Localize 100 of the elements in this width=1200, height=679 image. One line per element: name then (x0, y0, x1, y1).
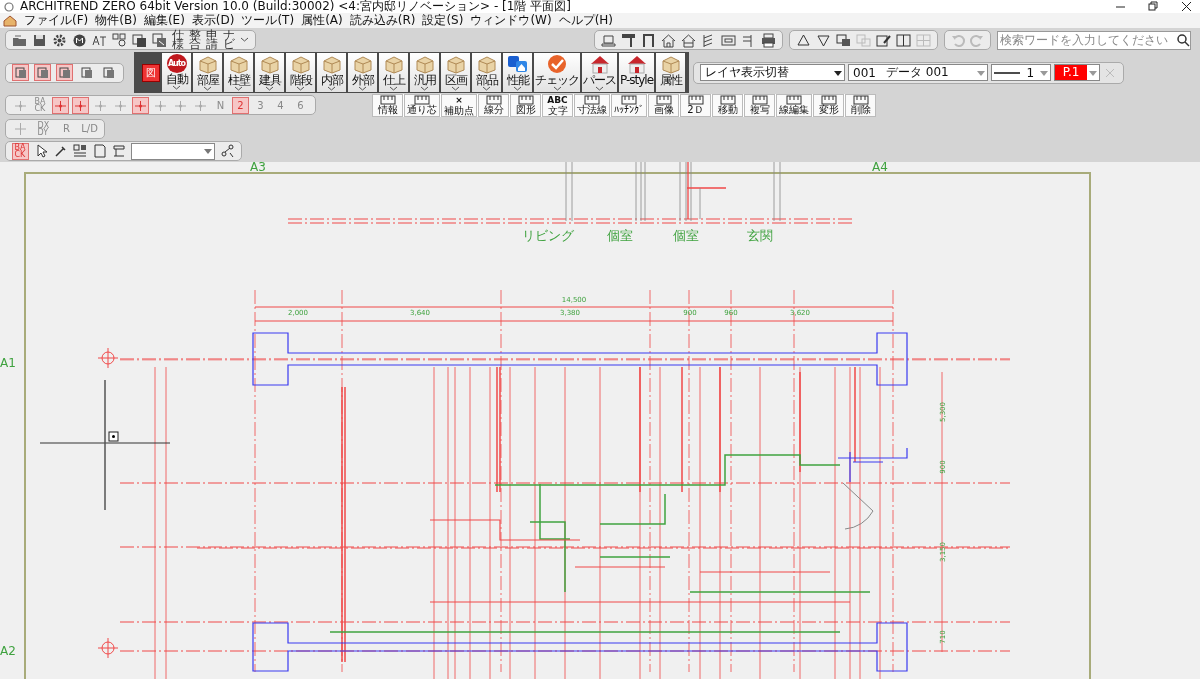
command-button[interactable]: 線分 (478, 93, 509, 117)
menu-item[interactable]: ファイル(F) (24, 12, 89, 29)
caret-icon[interactable] (172, 85, 181, 91)
snap-icon (14, 98, 27, 112)
toolbar-button[interactable]: 整合 (189, 31, 201, 49)
caret-icon[interactable] (203, 86, 212, 92)
search-icon[interactable] (1177, 33, 1190, 47)
command-button[interactable]: 線編集 (776, 93, 812, 117)
gate-icon[interactable] (641, 32, 656, 48)
toolbar-button[interactable]: 仕様 (172, 31, 184, 49)
command-button[interactable]: 図形 (510, 93, 541, 117)
select-group-icon[interactable] (73, 144, 87, 158)
snap-toggle[interactable] (72, 96, 89, 114)
edit-tool-toggle[interactable] (34, 64, 51, 81)
category-button[interactable]: 区画 (441, 53, 470, 92)
menu-item[interactable]: ヘルプ(H) (558, 12, 614, 29)
category-button[interactable]: 部屋 (193, 53, 222, 92)
command-button[interactable]: 移動 (712, 93, 743, 117)
caret-icon[interactable] (296, 86, 305, 92)
house-icon[interactable] (681, 32, 696, 48)
snap-toggle[interactable] (52, 96, 69, 114)
caret-icon[interactable] (240, 37, 249, 43)
grid-search-icon[interactable] (112, 32, 127, 48)
category-button[interactable]: 汎用 (410, 53, 439, 92)
panel-icon[interactable] (721, 32, 736, 48)
caret-icon[interactable] (389, 86, 398, 92)
layer-mode-dropdown[interactable]: レイヤ表示切替 (700, 64, 846, 81)
caret-icon[interactable] (513, 86, 522, 92)
category-button[interactable]: 柱壁 (224, 53, 253, 92)
menu-item[interactable]: 設定(S) (422, 12, 464, 29)
snap-toggle[interactable] (132, 96, 149, 114)
triangle-down-icon[interactable] (816, 32, 831, 48)
command-button[interactable]: ABC 文字 (542, 93, 573, 117)
pen-dropdown[interactable]: P.1 (1054, 64, 1101, 81)
category-button[interactable]: チェック (534, 53, 580, 92)
pointer-icon[interactable] (35, 144, 48, 158)
command-button[interactable]: 2Ｄ (680, 93, 711, 117)
command-button[interactable]: 削除 (845, 93, 876, 117)
split-view-icon[interactable] (896, 32, 911, 48)
command-button[interactable]: 寸法線 (574, 93, 610, 117)
command-button[interactable]: 情報 (372, 93, 403, 117)
menu-item[interactable]: 属性(A) (301, 12, 343, 29)
close-icon[interactable] (1181, 1, 1192, 12)
caret-icon[interactable] (595, 86, 604, 92)
caret-icon[interactable] (265, 86, 274, 92)
caret-icon[interactable] (420, 86, 429, 92)
category-button[interactable]: 内部 (317, 53, 346, 92)
menu-item[interactable]: 編集(E) (143, 12, 185, 29)
command-button[interactable]: 画像 (648, 93, 679, 117)
category-button[interactable]: P-style (619, 53, 655, 92)
category-button[interactable]: 建具 (255, 53, 284, 92)
line-width-dropdown[interactable]: 1 (991, 64, 1052, 81)
caret-icon[interactable] (358, 86, 367, 92)
toolbar-button[interactable]: ナビ (223, 31, 235, 49)
category-button[interactable]: 仕上 (379, 53, 408, 92)
printer-icon[interactable] (761, 32, 776, 48)
category-button[interactable]: Auto 自動 (162, 53, 191, 92)
command-button[interactable]: 通り芯 (404, 93, 440, 117)
selection-dropdown[interactable] (131, 142, 215, 160)
circle-letter-icon[interactable] (72, 32, 87, 48)
search-field[interactable]: 検索ワードを入力してください (997, 30, 1191, 50)
house-icon[interactable] (661, 32, 676, 48)
caret-icon[interactable] (482, 86, 491, 92)
layers-icon[interactable] (132, 32, 147, 48)
category-button[interactable]: 属性 (656, 53, 686, 92)
gear-icon[interactable] (52, 32, 67, 48)
node-pick-icon[interactable] (221, 144, 235, 158)
command-button[interactable]: 複写 (744, 93, 775, 117)
menu-item[interactable]: 読み込み(R) (349, 12, 416, 29)
menu-item[interactable]: 表示(D) (191, 12, 235, 29)
page-icon[interactable] (93, 144, 106, 158)
offset-toggle[interactable] (12, 120, 29, 137)
restore-icon[interactable] (1148, 1, 1159, 12)
edit-tool-toggle[interactable] (100, 64, 117, 81)
command-button[interactable]: 変形 (813, 93, 844, 117)
category-button[interactable]: 階段 (286, 53, 315, 92)
category-button[interactable]: パース (582, 53, 617, 92)
caret-icon[interactable] (552, 86, 562, 92)
edit-tool-toggle[interactable] (56, 64, 73, 81)
menu-item[interactable]: ウィンドウ(W) (470, 12, 552, 29)
edit-window-icon[interactable] (876, 32, 891, 48)
category-button[interactable]: 外部 (348, 53, 377, 92)
layers-icon[interactable] (152, 32, 167, 48)
toolbar-button[interactable]: 申請 (206, 31, 218, 49)
plan-view-toggle[interactable]: 図 (142, 63, 160, 82)
command-button[interactable]: ﾊｯﾁﾝｸﾞ (611, 93, 647, 117)
window-stack-icon[interactable] (836, 32, 851, 48)
caret-icon[interactable] (451, 86, 460, 92)
edit-tool-toggle[interactable] (12, 64, 29, 81)
layer-dropdown[interactable]: 001 データ 001 (848, 64, 989, 81)
caret-icon[interactable] (327, 86, 336, 92)
folder-icon[interactable] (12, 32, 27, 48)
caret-icon[interactable] (234, 86, 243, 92)
menu-item[interactable]: ツール(T) (241, 12, 295, 29)
menu-item[interactable]: 物件(B) (95, 12, 137, 29)
edit-tool-toggle[interactable] (78, 64, 95, 81)
command-button[interactable]: × 補助点 (441, 93, 477, 117)
category-button[interactable]: 性能 (503, 53, 532, 92)
category-button[interactable]: 部品 (472, 53, 501, 92)
triangle-up-icon[interactable] (796, 32, 811, 48)
